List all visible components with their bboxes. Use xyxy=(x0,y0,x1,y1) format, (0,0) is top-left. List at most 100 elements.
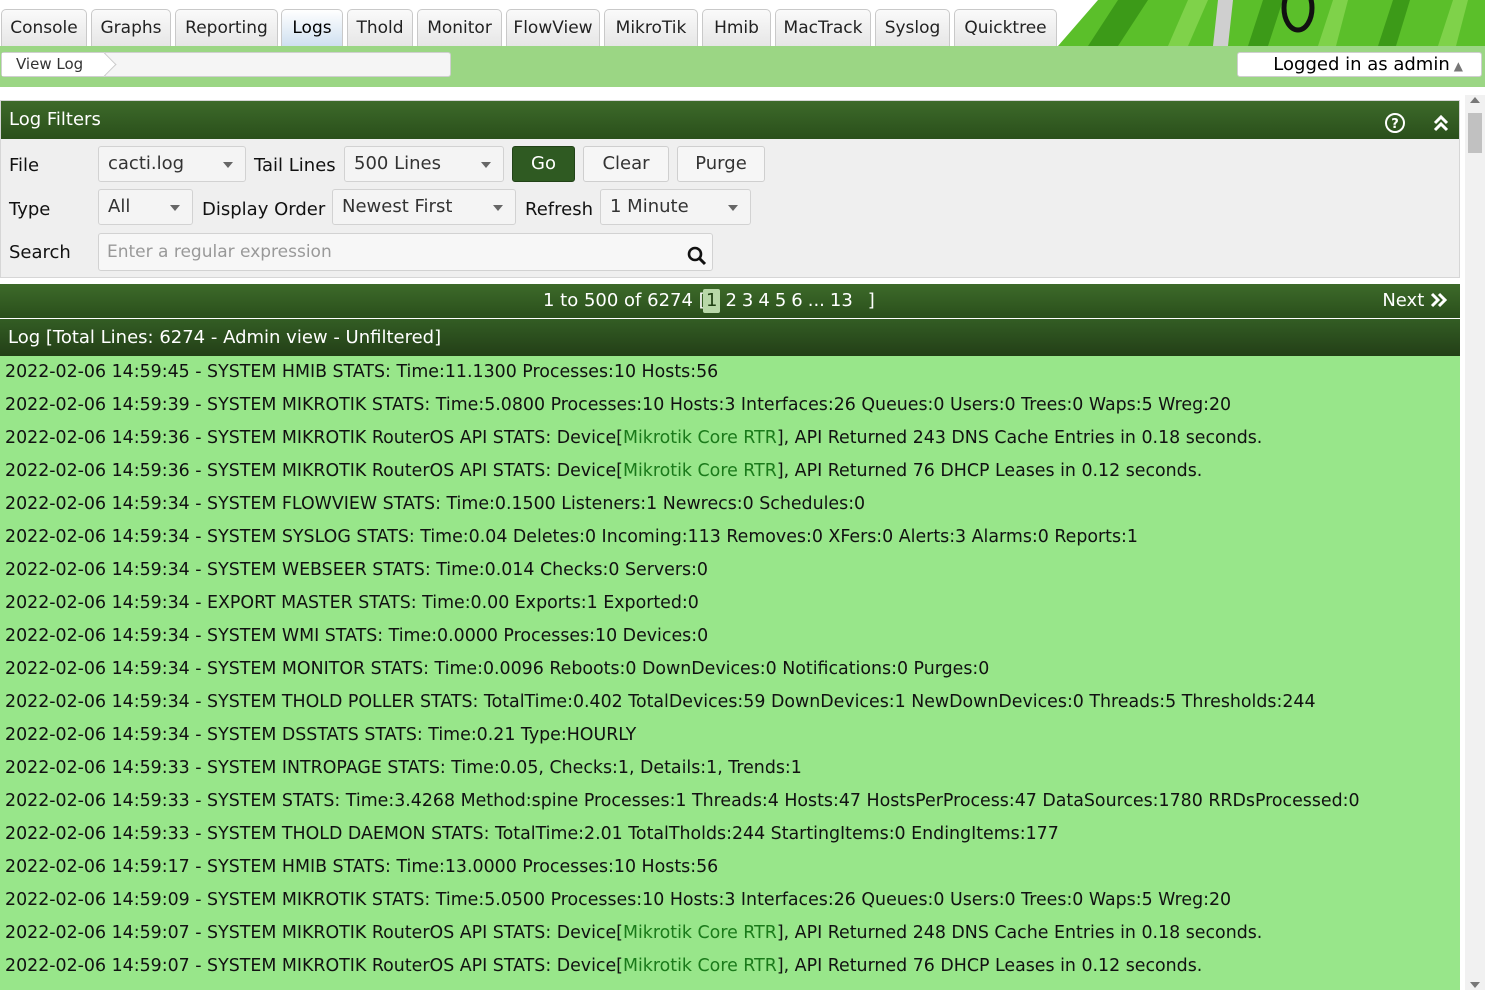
log-line: 2022-02-06 14:59:07 - SYSTEM MIKROTIK Ro… xyxy=(0,950,1460,983)
page-ellipsis: ... xyxy=(807,290,825,311)
log-line-text-tail: ], API Returned 76 DHCP Leases in 0.12 s… xyxy=(776,461,1203,481)
log-line: 2022-02-06 14:59:45 - SYSTEM HMIB STATS:… xyxy=(0,356,1460,389)
display-order-label: Display Order xyxy=(202,199,326,220)
breadcrumb: View Log xyxy=(1,52,451,77)
tab-thold[interactable]: Thold xyxy=(347,9,413,46)
log-header: Log [Total Lines: 6274 - Admin view - Un… xyxy=(0,319,1460,356)
display-order-select[interactable]: Newest First xyxy=(332,189,516,225)
type-select[interactable]: All xyxy=(98,189,193,225)
tail-lines-label: Tail Lines xyxy=(254,155,336,176)
log-line-text-tail: ], API Returned 76 DHCP Leases in 0.12 s… xyxy=(776,956,1203,976)
search-label: Search xyxy=(9,242,71,263)
log-line: 2022-02-06 14:59:34 - SYSTEM MONITOR STA… xyxy=(0,653,1460,686)
next-page-link[interactable]: Next xyxy=(1382,284,1448,318)
scrollbar-thumb[interactable] xyxy=(1468,113,1482,153)
log-line: 2022-02-06 14:59:33 - SYSTEM INTROPAGE S… xyxy=(0,752,1460,785)
log-line-text: 2022-02-06 14:59:34 - SYSTEM WEBSEER STA… xyxy=(5,560,708,580)
scroll-down-icon[interactable] xyxy=(1470,982,1480,988)
tab-reporting[interactable]: Reporting xyxy=(175,9,278,46)
log-line: 2022-02-06 14:59:34 - SYSTEM FLOWVIEW ST… xyxy=(0,488,1460,521)
dropdown-arrow-icon xyxy=(728,205,738,211)
dropdown-arrow-icon xyxy=(223,162,233,168)
log-line: 2022-02-06 14:59:33 - SYSTEM STATS: Time… xyxy=(0,785,1460,818)
display-order-value: Newest First xyxy=(342,196,453,217)
user-menu[interactable]: Logged in as admin ▲ xyxy=(1237,52,1482,77)
purge-button[interactable]: Purge xyxy=(677,146,765,182)
log-line-text: 2022-02-06 14:59:34 - SYSTEM FLOWVIEW ST… xyxy=(5,494,866,514)
page-link-1[interactable]: 1 xyxy=(703,289,721,313)
user-label: Logged in as admin xyxy=(1273,54,1450,75)
page-link-13[interactable]: 13 xyxy=(830,284,853,318)
log-list: 2022-02-06 14:59:45 - SYSTEM HMIB STATS:… xyxy=(0,356,1460,990)
breadcrumb-view-log[interactable]: View Log xyxy=(2,53,107,76)
type-value: All xyxy=(108,196,131,217)
dropdown-arrow-icon xyxy=(481,162,491,168)
log-line-text: 2022-02-06 14:59:36 - SYSTEM MIKROTIK Ro… xyxy=(5,428,623,448)
device-link[interactable]: Mikrotik Core RTR xyxy=(623,956,777,976)
page-bracket-close: ] xyxy=(867,290,875,311)
log-line: 2022-02-06 14:59:39 - SYSTEM MIKROTIK ST… xyxy=(0,389,1460,422)
breadcrumb-bar: View Log Logged in as admin ▲ xyxy=(0,46,1485,87)
filters-title: Log Filters xyxy=(9,109,101,130)
search-input[interactable]: Enter a regular expression xyxy=(98,233,713,271)
tab-mikrotik[interactable]: MikroTik xyxy=(604,9,698,46)
go-button[interactable]: Go xyxy=(512,146,575,182)
pager-bar: 1 to 500 of 6274 [ 1 2 3 4 5 6... 13] Next xyxy=(0,284,1460,318)
log-line-text: 2022-02-06 14:59:36 - SYSTEM MIKROTIK Ro… xyxy=(5,461,623,481)
log-line-text-tail: ], API Returned 243 DNS Cache Entries in… xyxy=(776,428,1263,448)
log-line-text: 2022-02-06 14:59:34 - EXPORT MASTER STAT… xyxy=(5,593,699,613)
tail-lines-value: 500 Lines xyxy=(354,153,441,174)
log-line: 2022-02-06 14:59:09 - SYSTEM MIKROTIK ST… xyxy=(0,884,1460,917)
tab-monitor[interactable]: Monitor xyxy=(417,9,502,46)
log-line-text-tail: ], API Returned 248 DNS Cache Entries in… xyxy=(776,923,1263,943)
device-link[interactable]: Mikrotik Core RTR xyxy=(623,461,777,481)
page-link-2[interactable]: 2 xyxy=(725,284,736,318)
page-link-6[interactable]: 6 xyxy=(791,284,802,318)
top-tab-bar: Console Graphs Reporting Logs Thold Monitor Fl… xyxy=(0,0,1485,46)
log-line-text: 2022-02-06 14:59:17 - SYSTEM HMIB STATS:… xyxy=(5,857,719,877)
tab-logs[interactable]: Logs xyxy=(281,9,343,46)
pager-range: 1 to 500 of 6274 [ xyxy=(543,290,706,311)
tab-mactrack[interactable]: MacTrack xyxy=(775,9,871,46)
tail-lines-select[interactable]: 500 Lines xyxy=(344,146,504,182)
tab-flowview[interactable]: FlowView xyxy=(506,9,600,46)
tab-syslog[interactable]: Syslog xyxy=(875,9,950,46)
tab-hmib[interactable]: Hmib xyxy=(702,9,771,46)
refresh-select[interactable]: 1 Minute xyxy=(600,189,751,225)
help-icon[interactable]: ? xyxy=(1384,110,1406,133)
tab-quicktree[interactable]: Quicktree xyxy=(954,9,1057,46)
dropdown-arrow-icon xyxy=(170,205,180,211)
log-line-text: 2022-02-06 14:59:45 - SYSTEM HMIB STATS:… xyxy=(5,362,719,382)
file-label: File xyxy=(9,155,40,176)
page-link-3[interactable]: 3 xyxy=(742,284,753,318)
collapse-icon[interactable] xyxy=(1430,110,1452,132)
log-line-text: 2022-02-06 14:59:33 - SYSTEM INTROPAGE S… xyxy=(5,758,802,778)
log-line: 2022-02-06 14:59:07 - SYSTEM MIKROTIK Ro… xyxy=(0,917,1460,950)
scroll-up-icon[interactable] xyxy=(1470,97,1480,103)
log-line-text: 2022-02-06 14:59:34 - SYSTEM WMI STATS: … xyxy=(5,626,709,646)
page-scrollbar[interactable] xyxy=(1465,95,1485,990)
file-select[interactable]: cacti.log xyxy=(98,146,246,182)
page-link-4[interactable]: 4 xyxy=(758,284,769,318)
log-line-text: 2022-02-06 14:59:07 - SYSTEM MIKROTIK Ro… xyxy=(5,956,623,976)
log-line: 2022-02-06 14:59:34 - SYSTEM DSSTATS STA… xyxy=(0,719,1460,752)
log-line: 2022-02-06 14:59:17 - SYSTEM HMIB STATS:… xyxy=(0,851,1460,884)
double-chevron-right-icon xyxy=(1430,292,1448,308)
log-line: 2022-02-06 14:59:36 - SYSTEM MIKROTIK Ro… xyxy=(0,422,1460,455)
filters-header: Log Filters ? xyxy=(1,101,1459,139)
log-line-text: 2022-02-06 14:59:09 - SYSTEM MIKROTIK ST… xyxy=(5,890,1232,910)
page-link-5[interactable]: 5 xyxy=(775,284,786,318)
log-line: 2022-02-06 14:59:34 - SYSTEM WEBSEER STA… xyxy=(0,554,1460,587)
search-icon[interactable] xyxy=(687,243,707,279)
caret-up-icon: ▲ xyxy=(1453,59,1463,73)
refresh-value: 1 Minute xyxy=(610,196,689,217)
tab-graphs[interactable]: Graphs xyxy=(91,9,171,46)
log-line: 2022-02-06 14:59:34 - SYSTEM WMI STATS: … xyxy=(0,620,1460,653)
log-line: 2022-02-06 14:59:34 - SYSTEM THOLD POLLE… xyxy=(0,686,1460,719)
device-link[interactable]: Mikrotik Core RTR xyxy=(623,428,777,448)
clear-button[interactable]: Clear xyxy=(583,146,669,182)
log-line: 2022-02-06 14:59:36 - SYSTEM MIKROTIK Ro… xyxy=(0,455,1460,488)
tab-console[interactable]: Console xyxy=(1,9,87,46)
device-link[interactable]: Mikrotik Core RTR xyxy=(623,923,777,943)
dropdown-arrow-icon xyxy=(493,205,503,211)
